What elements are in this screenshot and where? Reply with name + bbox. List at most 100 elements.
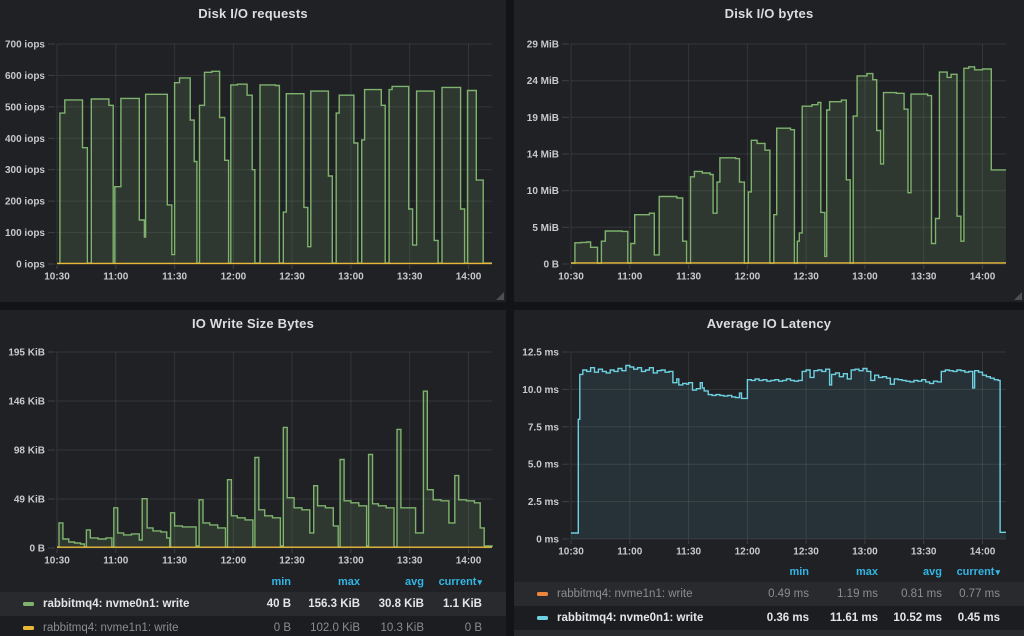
legend-value-current: 0 B bbox=[424, 622, 482, 634]
x-tick-label: 11:00 bbox=[103, 272, 128, 283]
y-tick-label: 29 MiB bbox=[527, 40, 559, 51]
legend-series-label[interactable]: rabbitmq4: nvme1n1: write bbox=[43, 622, 179, 634]
legend-sort-avg[interactable]: avg bbox=[878, 566, 942, 578]
legend-value-min: 0.36 ms bbox=[739, 612, 809, 624]
sort-desc-icon: ▾ bbox=[477, 577, 482, 587]
y-tick-label: 300 iops bbox=[5, 165, 45, 176]
legend-table: minmaxavgcurrent▾ rabbitmq4: nvme0n1: wri… bbox=[0, 572, 506, 636]
legend-sort-min[interactable]: min bbox=[739, 566, 809, 578]
legend-series-label[interactable]: rabbitmq4: nvme1n1: write bbox=[557, 588, 693, 600]
legend-series-label[interactable]: rabbitmq4: nvme0n1: write bbox=[557, 612, 703, 624]
legend-header-row: minmaxavgcurrent▾ bbox=[514, 562, 1024, 582]
y-tick-label: 0 ms bbox=[536, 535, 559, 546]
panel-header[interactable]: Average IO Latency bbox=[514, 310, 1024, 336]
plot-area[interactable] bbox=[57, 44, 492, 264]
legend-value-avg: 10.52 ms bbox=[878, 612, 942, 624]
panel-title[interactable]: IO Write Size Bytes bbox=[192, 316, 314, 331]
y-tick-label: 400 iops bbox=[5, 134, 45, 145]
y-tick-label: 0 B bbox=[543, 260, 559, 271]
y-tick-label: 195 KiB bbox=[8, 348, 45, 359]
x-tick-label: 10:30 bbox=[558, 547, 584, 558]
legend-sort-max[interactable]: max bbox=[291, 576, 360, 588]
legend-value-max: 11.61 ms bbox=[809, 612, 878, 624]
x-tick-label: 12:30 bbox=[279, 272, 305, 283]
y-tick-label: 0 iops bbox=[16, 260, 45, 271]
legend-series-label[interactable]: rabbitmq4: nvme0n1: write bbox=[43, 598, 189, 610]
x-tick-label: 12:30 bbox=[793, 547, 819, 558]
panel-header[interactable]: Disk I/O requests bbox=[0, 0, 506, 26]
legend-row: rabbitmq4: nvme1n1: write0 B102.0 KiB10.… bbox=[0, 616, 506, 636]
panel-title[interactable]: Disk I/O bytes bbox=[725, 6, 814, 21]
legend-sort-max[interactable]: max bbox=[809, 566, 878, 578]
legend-sort-current[interactable]: current▾ bbox=[942, 566, 1000, 578]
legend-row: rabbitmq4: nvme0n1: write 0.36 ms11.61 ms… bbox=[514, 606, 1024, 630]
x-tick-label: 12:00 bbox=[735, 272, 761, 283]
y-tick-label: 5.0 ms bbox=[528, 460, 560, 471]
x-tick-label: 13:30 bbox=[911, 547, 937, 558]
x-tick-label: 12:00 bbox=[735, 547, 761, 558]
y-tick-label: 12.5 ms bbox=[522, 348, 559, 359]
x-tick-label: 11:00 bbox=[103, 556, 128, 567]
x-tick-label: 14:00 bbox=[456, 556, 482, 567]
plot-area[interactable] bbox=[57, 352, 492, 548]
y-tick-label: 0 B bbox=[29, 544, 45, 555]
legend-value-avg: 10.3 KiB bbox=[360, 622, 424, 634]
legend-value-current: 0.45 ms bbox=[942, 612, 1000, 624]
chart-canvas: 0 iops100 iops200 iops300 iops400 iops50… bbox=[0, 0, 506, 302]
y-tick-label: 19 MiB bbox=[527, 113, 559, 124]
x-tick-label: 14:00 bbox=[970, 272, 996, 283]
legend-value-current: 1.1 KiB bbox=[424, 598, 482, 610]
y-tick-label: 600 iops bbox=[5, 71, 45, 82]
panel-title[interactable]: Disk I/O requests bbox=[198, 6, 308, 21]
panel-resize-handle-icon[interactable] bbox=[496, 292, 504, 300]
panel-disk-io-requests: Disk I/O requests 0 iops100 iops200 iops… bbox=[0, 0, 506, 302]
chart-canvas: 0 B5 MiB10 MiB14 MiB19 MiB24 MiB29 MiB10… bbox=[514, 0, 1024, 302]
legend-series-toggle[interactable]: rabbitmq4: nvme0n1: write bbox=[514, 612, 739, 624]
legend-sort-avg[interactable]: avg bbox=[360, 576, 424, 588]
legend-series-swatch-icon[interactable] bbox=[537, 592, 548, 596]
legend-series-swatch-icon[interactable] bbox=[537, 616, 548, 620]
x-tick-label: 10:30 bbox=[44, 556, 70, 567]
legend-sort-min[interactable]: min bbox=[221, 576, 291, 588]
x-tick-label: 11:00 bbox=[617, 272, 642, 283]
legend-series-toggle[interactable]: rabbitmq4: nvme1n1: write bbox=[0, 622, 221, 634]
legend-sort-current[interactable]: current▾ bbox=[424, 576, 482, 588]
panel-header[interactable]: IO Write Size Bytes bbox=[0, 310, 506, 336]
x-tick-label: 11:30 bbox=[676, 547, 701, 558]
panel-resize-handle-icon[interactable] bbox=[1014, 292, 1022, 300]
x-tick-label: 11:30 bbox=[162, 556, 187, 567]
y-tick-label: 146 KiB bbox=[8, 397, 45, 408]
legend-series-swatch-icon[interactable] bbox=[23, 602, 34, 606]
x-tick-label: 12:00 bbox=[221, 556, 247, 567]
plot-area[interactable] bbox=[571, 44, 1006, 264]
y-tick-label: 49 KiB bbox=[14, 495, 45, 506]
legend-value-min: 0 B bbox=[221, 622, 291, 634]
plot-area[interactable] bbox=[571, 352, 1006, 539]
x-tick-label: 13:00 bbox=[338, 556, 364, 567]
y-tick-label: 10 MiB bbox=[527, 186, 559, 197]
x-tick-label: 13:30 bbox=[397, 556, 423, 567]
x-tick-label: 14:00 bbox=[456, 272, 482, 283]
legend-series-toggle[interactable]: rabbitmq4: nvme0n1: write bbox=[0, 598, 221, 610]
x-tick-label: 12:30 bbox=[793, 272, 819, 283]
x-tick-label: 11:00 bbox=[617, 547, 642, 558]
x-tick-label: 13:00 bbox=[852, 547, 878, 558]
panel-title[interactable]: Average IO Latency bbox=[707, 316, 832, 331]
x-tick-label: 12:30 bbox=[279, 556, 305, 567]
y-tick-label: 200 iops bbox=[5, 197, 45, 208]
legend-value-max: 156.3 KiB bbox=[291, 598, 360, 610]
y-tick-label: 500 iops bbox=[5, 102, 45, 113]
legend-table: minmaxavgcurrent▾rabbitmq4: nvme1n1: wri… bbox=[514, 562, 1024, 636]
panel-header[interactable]: Disk I/O bytes bbox=[514, 0, 1024, 26]
legend-value-max: 102.0 KiB bbox=[291, 622, 360, 634]
chart-disk-io-bytes: 0 B5 MiB10 MiB14 MiB19 MiB24 MiB29 MiB10… bbox=[514, 0, 1024, 302]
legend-series-swatch-icon[interactable] bbox=[23, 626, 34, 630]
panel-average-io-latency: Average IO Latency 0 ms2.5 ms5.0 ms7.5 m… bbox=[514, 310, 1024, 636]
panel-disk-io-bytes: Disk I/O bytes 0 B5 MiB10 MiB14 MiB19 Mi… bbox=[514, 0, 1024, 302]
legend-row: rabbitmq4: nvme0n1: write40 B156.3 KiB30… bbox=[0, 592, 506, 616]
legend-series-toggle[interactable]: rabbitmq4: nvme1n1: write bbox=[514, 588, 739, 600]
legend-value-max: 1.19 ms bbox=[809, 588, 878, 600]
sort-desc-icon: ▾ bbox=[995, 567, 1000, 577]
legend-row: rabbitmq4: nvme1n1: write0.49 ms1.19 ms0… bbox=[514, 582, 1024, 606]
legend-value-avg: 0.81 ms bbox=[878, 588, 942, 600]
